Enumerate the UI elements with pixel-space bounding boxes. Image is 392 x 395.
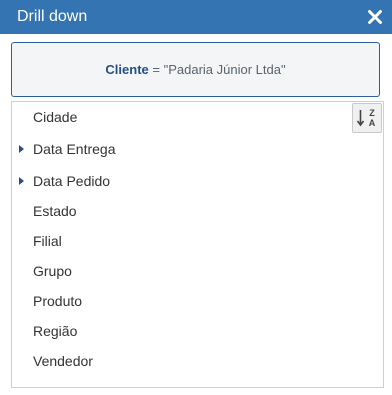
filter-operator: =	[152, 62, 160, 77]
filter-field: Cliente	[105, 62, 149, 77]
dialog-title: Drill down	[17, 8, 88, 25]
drill-down-dialog: Drill down Cliente = "Padaria Júnior Ltd…	[0, 0, 392, 395]
list-item-cidade[interactable]: Cidade	[12, 103, 350, 131]
list-item-regiao[interactable]: Região	[12, 317, 350, 345]
active-filter: Cliente = "Padaria Júnior Ltda"	[11, 42, 380, 97]
list-item-vendedor[interactable]: Vendedor	[12, 347, 350, 375]
list-item-label: Cidade	[33, 109, 78, 125]
list-item-label: Produto	[33, 293, 83, 309]
dialog-titlebar: Drill down	[0, 0, 392, 34]
close-icon	[368, 10, 382, 24]
list-item-label: Região	[33, 323, 78, 339]
list-item-data-pedido[interactable]: Data Pedido	[12, 167, 350, 195]
svg-text:A: A	[369, 118, 376, 128]
caret-right-icon[interactable]	[19, 177, 24, 185]
filter-value: "Padaria Júnior Ltda"	[163, 62, 286, 77]
caret-right-icon[interactable]	[19, 145, 24, 153]
svg-text:Z: Z	[369, 108, 375, 118]
list-item-label: Data Pedido	[33, 173, 111, 189]
list-item-label: Grupo	[33, 263, 72, 279]
list-item-data-entrega[interactable]: Data Entrega	[12, 135, 350, 163]
sort-button[interactable]: Z A	[352, 103, 382, 133]
list-item-grupo[interactable]: Grupo	[12, 257, 350, 285]
list-item-label: Filial	[33, 233, 62, 249]
list-item-filial[interactable]: Filial	[12, 227, 350, 255]
sort-z-a-icon: Z A	[356, 108, 376, 128]
dimension-list: Z A Cidade Data Entrega Data Pedido Esta…	[11, 101, 384, 388]
list-item-produto[interactable]: Produto	[12, 287, 350, 315]
list-item-label: Data Entrega	[33, 141, 116, 157]
list-item-estado[interactable]: Estado	[12, 197, 350, 225]
list-item-label: Estado	[33, 203, 77, 219]
close-button[interactable]	[364, 6, 386, 28]
list-item-label: Vendedor	[33, 353, 93, 369]
